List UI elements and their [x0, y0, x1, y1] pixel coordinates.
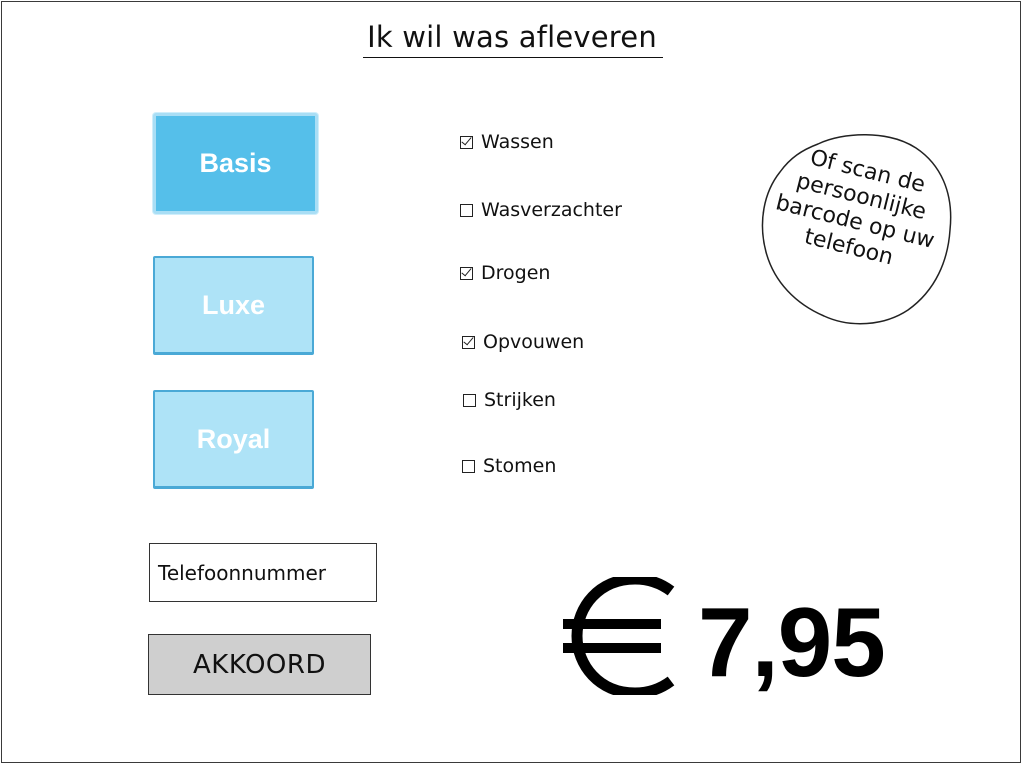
- option-label: Opvouwen: [483, 331, 585, 353]
- option-label: Stomen: [483, 455, 557, 477]
- page-title: Ik wil was afleveren: [367, 20, 657, 54]
- option-drogen[interactable]: Drogen: [460, 262, 550, 284]
- title-underline: [363, 57, 663, 58]
- option-wassen[interactable]: Wassen: [460, 131, 554, 153]
- checkbox-strijken[interactable]: [463, 393, 476, 407]
- option-label: Wasverzachter: [481, 199, 622, 221]
- phone-number-field[interactable]: Telefoonnummer: [149, 543, 377, 602]
- package-button-luxe[interactable]: Luxe: [153, 256, 314, 355]
- package-button-royal[interactable]: Royal: [153, 390, 314, 489]
- checkbox-wassen[interactable]: [460, 135, 473, 149]
- option-label: Drogen: [481, 262, 551, 284]
- checkbox-opvouwen[interactable]: [462, 335, 475, 349]
- akkoord-button[interactable]: AKKOORD: [148, 634, 371, 695]
- checkbox-drogen[interactable]: [460, 266, 473, 280]
- option-strijken[interactable]: Strijken: [463, 389, 556, 411]
- option-label: Strijken: [484, 389, 556, 411]
- option-opvouwen[interactable]: Opvouwen: [462, 331, 584, 353]
- option-label: Wassen: [481, 131, 554, 153]
- price-amount: 7,95: [698, 587, 886, 697]
- option-wasverzachter[interactable]: Wasverzachter: [460, 199, 622, 221]
- phone-number-value: Telefoonnummer: [158, 560, 327, 585]
- option-stomen[interactable]: Stomen: [462, 455, 556, 477]
- euro-sign-icon: [563, 577, 675, 695]
- package-button-basis[interactable]: Basis: [153, 113, 318, 214]
- checkbox-stomen[interactable]: [462, 459, 475, 473]
- checkbox-wasverzachter[interactable]: [460, 203, 473, 217]
